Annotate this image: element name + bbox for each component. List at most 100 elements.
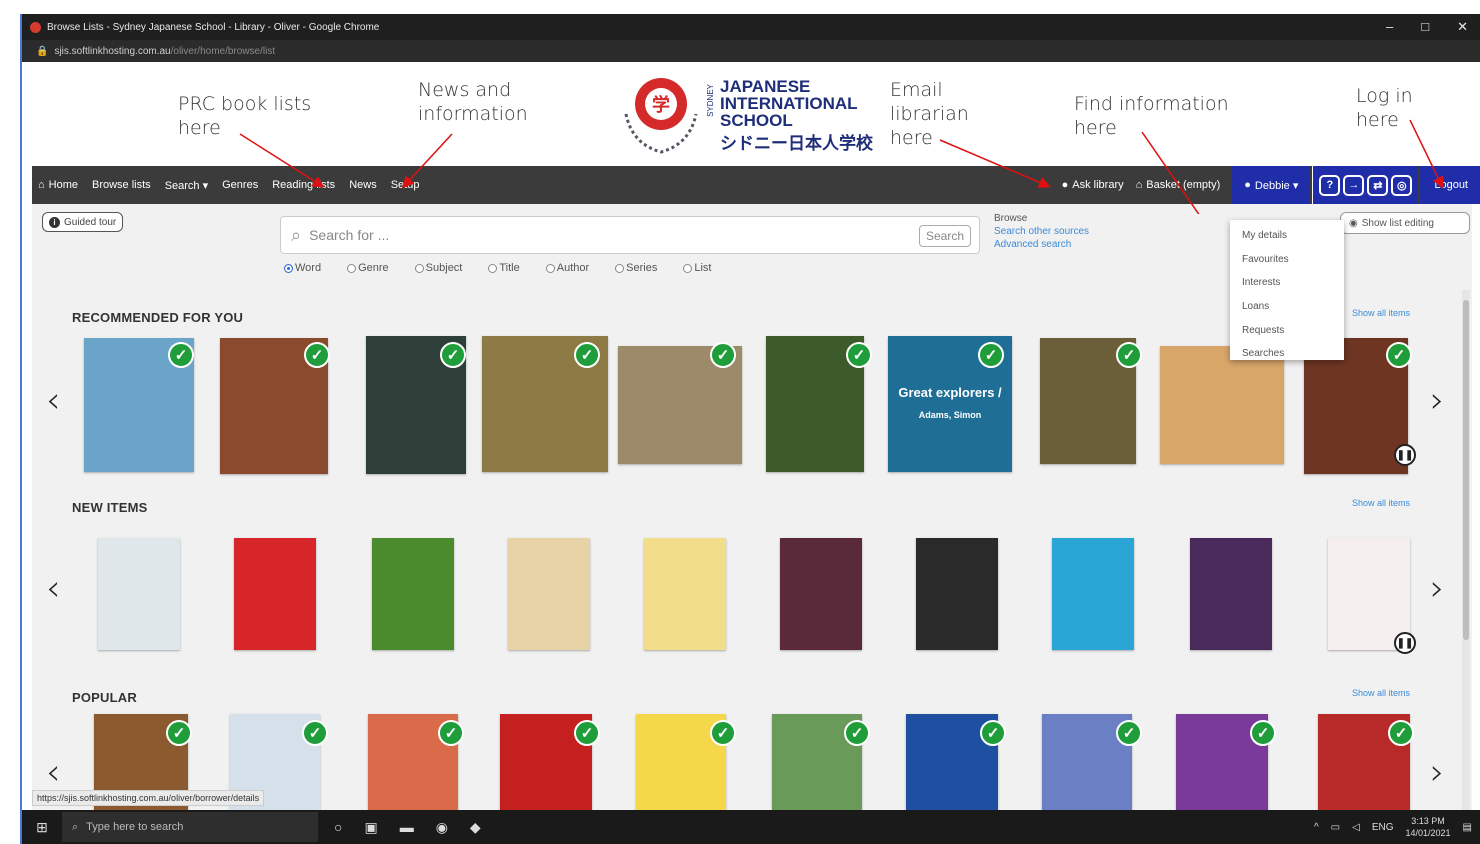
carousel-prev-new-items[interactable]: ‹ <box>46 568 60 609</box>
book-cover[interactable] <box>234 538 316 650</box>
menu-item-favourites[interactable]: Favourites <box>1230 248 1344 272</box>
eye-icon: ◉ <box>1349 217 1358 229</box>
taskbar-search-placeholder: Type here to search <box>86 821 184 833</box>
switch-icon[interactable]: ⇄ <box>1367 174 1389 196</box>
radio-author[interactable]: Author <box>545 262 590 274</box>
radio-title-label: Title <box>499 262 520 274</box>
task-view-icon[interactable]: ▣ <box>364 819 377 836</box>
windows-start-icon[interactable]: ⊞ <box>22 810 62 844</box>
maximize-button[interactable]: □ <box>1421 19 1429 35</box>
basket-icon: ⌂ <box>1135 179 1143 191</box>
show-list-editing-label: Show list editing <box>1361 217 1434 229</box>
guided-tour-button[interactable]: i Guided tour <box>42 212 124 232</box>
carousel-prev-popular[interactable]: ‹ <box>46 752 60 793</box>
book-cover[interactable] <box>916 538 998 650</box>
carousel-prev-recommended[interactable]: ‹ <box>46 380 60 421</box>
radio-series[interactable]: Series <box>615 262 657 274</box>
menu-item-my-details[interactable]: My details <box>1230 224 1344 248</box>
language-indicator[interactable]: ENG <box>1372 822 1394 833</box>
carousel-next-recommended[interactable]: › <box>1430 380 1444 421</box>
nav-browse-lists[interactable]: Browse lists <box>92 179 151 191</box>
windows-taskbar: ⊞ ⌕ Type here to search ○ ▣ ▬ ◉ ◆ ^ ▭ ◁ E… <box>22 810 1480 844</box>
taskbar-search[interactable]: ⌕ Type here to search <box>62 812 318 842</box>
book-cover[interactable] <box>644 538 726 650</box>
globe-icon[interactable]: ◎ <box>1391 174 1413 196</box>
book-cover[interactable] <box>1190 538 1272 650</box>
search-input[interactable]: ⌕ Search for ... Search <box>280 216 980 254</box>
browse-links: Browse Search other sources Advanced sea… <box>994 212 1089 251</box>
radio-title[interactable]: Title <box>488 262 520 274</box>
tray-chevron-icon[interactable]: ^ <box>1314 822 1319 833</box>
browse-label: Browse <box>994 213 1028 224</box>
nav-reading-lists[interactable]: Reading lists <box>272 179 335 191</box>
app-icon[interactable]: ◆ <box>470 819 481 836</box>
menu-item-searches[interactable]: Searches <box>1230 342 1344 366</box>
scrollbar-thumb[interactable] <box>1463 300 1469 640</box>
radio-genre-label: Genre <box>358 262 389 274</box>
show-all-new-items-link[interactable]: Show all items <box>1352 498 1410 508</box>
show-all-recommended-link[interactable]: Show all items <box>1352 308 1410 318</box>
nav-search[interactable]: Search ▾ <box>165 179 208 192</box>
book-cover[interactable] <box>98 538 180 650</box>
logout-button[interactable]: Logout <box>1420 166 1480 204</box>
nav-genres[interactable]: Genres <box>222 179 258 191</box>
available-check-icon: ✓ <box>166 720 192 746</box>
nav-news[interactable]: News <box>349 179 377 191</box>
show-all-popular-link[interactable]: Show all items <box>1352 688 1410 698</box>
radio-word-dot <box>284 263 293 273</box>
school-crest-logo[interactable]: 学 <box>614 64 708 158</box>
book-cover[interactable] <box>1052 538 1134 650</box>
menu-item-interests[interactable]: Interests <box>1230 271 1344 295</box>
logo-line-3: SCHOOL <box>720 111 793 130</box>
radio-subject-dot <box>414 263 424 273</box>
available-check-icon: ✓ <box>980 720 1006 746</box>
status-bar-url: https://sjis.softlinkhosting.com.au/oliv… <box>32 790 265 806</box>
carousel-next-new-items[interactable]: › <box>1430 568 1444 609</box>
available-check-icon: ✓ <box>1116 342 1142 368</box>
close-button[interactable]: ✕ <box>1457 19 1468 35</box>
search-other-sources-link[interactable]: Search other sources <box>994 225 1089 238</box>
nav-basket[interactable]: ⌂ Basket (empty) <box>1136 179 1221 191</box>
advanced-search-link[interactable]: Advanced search <box>994 238 1089 251</box>
radio-genre[interactable]: Genre <box>347 262 389 274</box>
radio-subject[interactable]: Subject <box>414 262 462 274</box>
book-cover[interactable] <box>508 538 590 650</box>
radio-list[interactable]: List <box>683 262 711 274</box>
file-explorer-icon[interactable]: ▬ <box>400 819 414 835</box>
radio-title-dot <box>488 263 498 273</box>
menu-item-requests[interactable]: Requests <box>1230 318 1344 342</box>
radio-word[interactable]: Word <box>284 262 321 274</box>
carousel-next-popular[interactable]: › <box>1430 752 1444 793</box>
nav-home[interactable]: ⌂ Home <box>38 179 78 191</box>
available-check-icon: ✓ <box>978 342 1004 368</box>
radio-author-label: Author <box>556 262 590 274</box>
page-scrollbar[interactable] <box>1462 290 1470 810</box>
main-nav: ⌂ Home Browse lists Search ▾ Genres Readi… <box>32 166 1480 204</box>
login-icon[interactable]: → <box>1343 174 1365 196</box>
minimize-button[interactable]: – <box>1386 19 1393 35</box>
network-icon[interactable]: ▭ <box>1331 822 1340 833</box>
user-menu-button[interactable]: ● Debbie ▾ <box>1232 166 1311 204</box>
book-cover[interactable] <box>780 538 862 650</box>
annotation-prc: PRC book lists here <box>178 93 312 139</box>
nav-setup[interactable]: Setup <box>391 179 420 191</box>
pause-carousel-icon[interactable]: ❚❚ <box>1394 444 1416 466</box>
volume-icon[interactable]: ◁ <box>1352 822 1360 833</box>
clock[interactable]: 3:13 PM 14/01/2021 <box>1406 815 1451 839</box>
search-button[interactable]: Search <box>918 225 971 247</box>
cortana-icon[interactable]: ○ <box>334 819 342 835</box>
logo-line-2: INTERNATIONAL <box>720 94 858 113</box>
notifications-icon[interactable]: ▤ <box>1463 822 1472 833</box>
book-cover[interactable] <box>372 538 454 650</box>
available-check-icon: ✓ <box>844 720 870 746</box>
search-placeholder: Search for ... <box>309 227 390 243</box>
nav-ask-library[interactable]: ● Ask library <box>1062 179 1124 191</box>
pause-carousel-icon[interactable]: ❚❚ <box>1394 632 1416 654</box>
help-icon[interactable]: ? <box>1319 174 1341 196</box>
available-check-icon: ✓ <box>168 342 194 368</box>
chrome-icon[interactable]: ◉ <box>436 819 448 836</box>
show-list-editing-button[interactable]: ◉ Show list editing <box>1340 212 1470 234</box>
svg-text:学: 学 <box>652 94 670 116</box>
menu-item-loans[interactable]: Loans <box>1230 295 1344 319</box>
address-bar[interactable]: 🔒 sjis.softlinkhosting.com.au/oliver/hom… <box>22 40 1480 62</box>
